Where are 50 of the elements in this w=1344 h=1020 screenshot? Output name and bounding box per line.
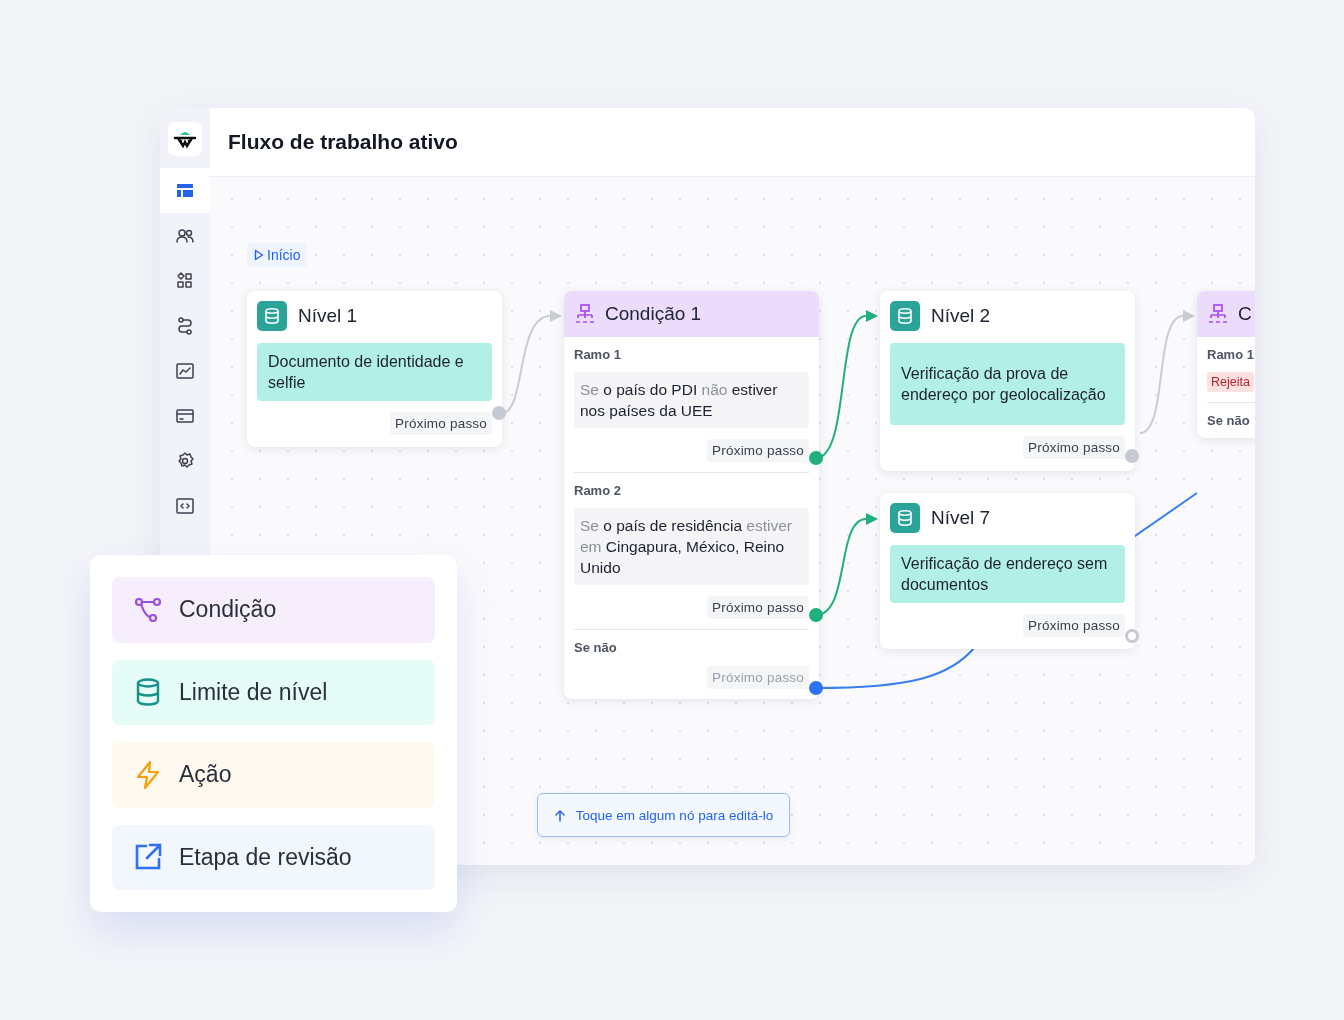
node-description: Verificação da prova de endereço por geolocalização <box>890 343 1125 425</box>
next-step-label: Próximo passo <box>707 666 809 689</box>
hint-button[interactable]: Toque em algum nó para editá-lo <box>537 793 790 837</box>
port-dot[interactable] <box>1125 629 1139 643</box>
palette-item[interactable]: Limite de nível <box>112 659 435 725</box>
branch-label: Ramo 1 <box>1207 347 1255 362</box>
palette-item[interactable]: Etapa de revisão <box>112 824 435 890</box>
node-title: C <box>1238 303 1252 325</box>
node-card[interactable]: C Ramo 1 Rejeita Se não <box>1197 291 1255 438</box>
branch-label: Se não <box>1207 413 1251 428</box>
next-step-label: Próximo passo <box>390 412 492 435</box>
palette-item[interactable]: Condição <box>112 577 435 643</box>
branch-label: Ramo 1 <box>574 347 622 362</box>
port-dot[interactable] <box>809 681 823 695</box>
window-title: Fluxo de trabalho ativo <box>228 130 458 154</box>
hierarchy-icon <box>574 303 596 325</box>
branch-label: Ramo 2 <box>574 483 622 498</box>
node-card[interactable]: Nível 7 Verificação de endereço sem documentos Próximo passo <box>880 493 1135 649</box>
layout-icon[interactable] <box>160 168 210 213</box>
palette-item[interactable]: Ação <box>112 742 435 808</box>
node-description: Documento de identidade e selfie <box>257 343 492 401</box>
arrow-up-icon <box>553 808 566 822</box>
port-dot[interactable] <box>1125 449 1139 463</box>
port-dot[interactable] <box>809 608 823 622</box>
play-icon <box>254 249 264 261</box>
database-icon <box>890 503 920 533</box>
hierarchy-icon <box>1207 303 1229 325</box>
database-icon <box>890 301 920 331</box>
node-title: Condição 1 <box>605 303 702 325</box>
condition-text: Se o país do PDI não estiver nos países da UEE <box>574 372 809 428</box>
status-tag: Rejeita <box>1207 372 1254 392</box>
node-card[interactable]: Condição 1 Ramo 1 Se o país do PDI não estiver nos países da UEE Próximo passo Ramo 2 Se o país de residência estiver em Cingapura, México, Reino Unido Próximo passo Se não Próximo passo <box>564 291 819 699</box>
database-icon <box>257 301 287 331</box>
start-tag[interactable]: Início <box>247 243 308 267</box>
port-dot[interactable] <box>809 451 823 465</box>
node-title: Nível 1 <box>298 305 358 327</box>
next-step-label: Próximo passo <box>707 596 809 619</box>
branch-label: Se não <box>574 640 618 655</box>
database-icon <box>136 678 160 706</box>
next-step-label: Próximo passo <box>1023 614 1125 637</box>
node-description: Verificação de endereço sem documentos <box>890 545 1125 603</box>
next-step-label: Próximo passo <box>1023 436 1125 459</box>
node-card[interactable]: Nível 2 Verificação da prova de endereço por geolocalização Próximo passo <box>880 291 1135 471</box>
next-step-label: Próximo passo <box>707 439 809 462</box>
logo-icon <box>168 122 202 156</box>
port-dot[interactable] <box>492 406 506 420</box>
node-title: Nível 2 <box>931 305 991 327</box>
node-card[interactable]: Nível 1 Documento de identidade e selfie Próximo passo <box>247 291 502 447</box>
node-title: Nível 7 <box>931 507 991 529</box>
condition-text: Se o país de residência estiver em Cingapura, México, Reino Unido <box>574 508 809 585</box>
